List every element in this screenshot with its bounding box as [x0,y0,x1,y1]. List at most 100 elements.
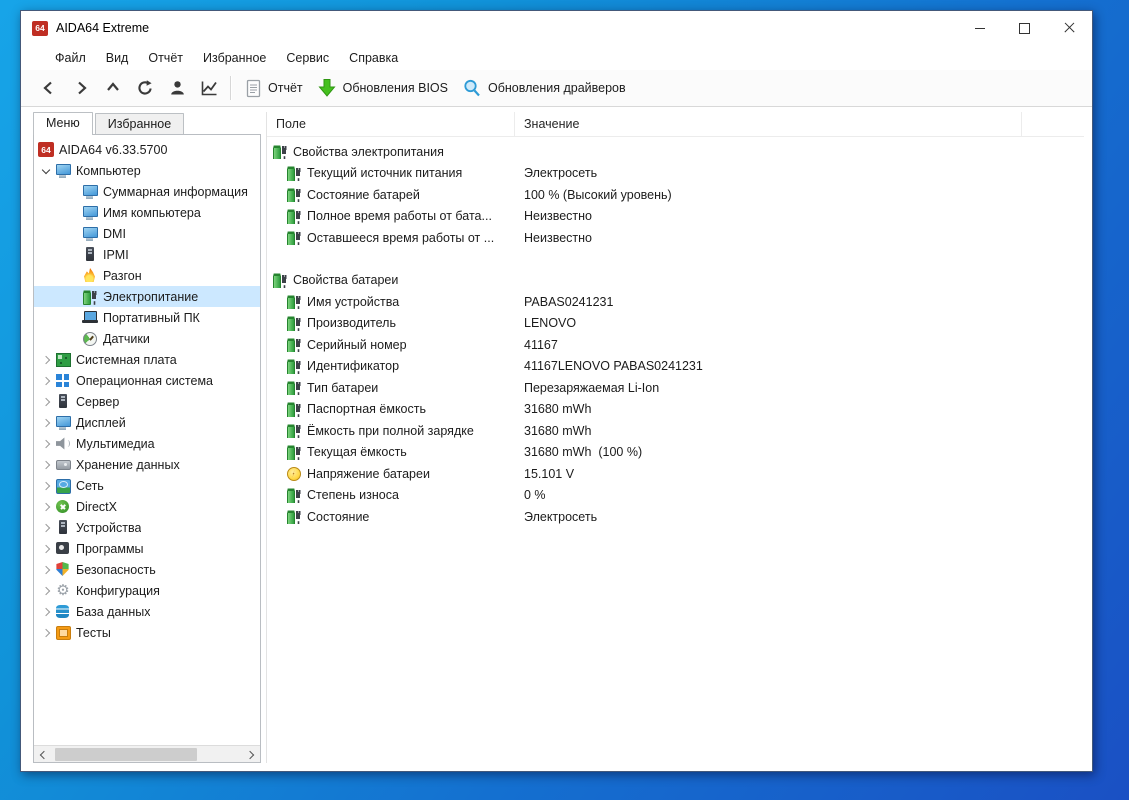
tree-item-label: Мультимедиа [76,437,155,451]
tab-favorites[interactable]: Избранное [95,113,184,135]
tree-expander-icon[interactable] [38,603,55,620]
scrollbar-thumb[interactable] [55,748,197,761]
driver-updates-button[interactable]: Обновления драйверов [455,73,633,103]
windows-os-icon [55,373,71,388]
table-row[interactable]: Оставшееся время работы от ... Неизвестн… [267,227,1084,249]
tree-item[interactable]: Электропитание [34,286,260,307]
horizontal-scrollbar[interactable] [34,745,260,762]
table-row[interactable]: Тип батареи Перезаряжаемая Li-Ion [267,377,1084,399]
tree-item[interactable]: Безопасность [34,559,260,580]
tree-item[interactable]: Имя компьютера [34,202,260,223]
laptop-icon [82,310,98,325]
tree-expander-icon[interactable] [38,540,55,557]
title-bar: AIDA64 Extreme [21,11,1092,45]
maximize-button[interactable] [1002,11,1047,45]
table-row[interactable]: Серийный номер 41167 [267,334,1084,356]
tree-expander-icon[interactable] [38,393,55,410]
back-button[interactable] [33,74,65,102]
tree-item[interactable]: DMI [34,223,260,244]
tree-expander-icon[interactable] [38,582,55,599]
tree-item[interactable]: Тесты [34,622,260,643]
table-row[interactable]: Текущая ёмкость 31680 mWh (100 %) [267,442,1084,464]
report-button[interactable]: Отчёт [239,74,310,103]
tree-item[interactable]: Устройства [34,517,260,538]
minimize-button[interactable] [957,11,1002,45]
forward-button[interactable] [65,74,97,102]
battery-plug-icon [286,230,302,245]
table-row[interactable]: Состояние Электросеть [267,506,1084,528]
tree-item-label: Электропитание [103,290,198,304]
tree-item[interactable]: Программы [34,538,260,559]
table-row[interactable]: Паспортная ёмкость 31680 mWh [267,399,1084,421]
table-row[interactable]: Текущий источник питания Электросеть [267,163,1084,185]
table-row[interactable]: Свойства электропитания [267,141,1084,163]
table-row[interactable]: Состояние батарей 100 % (Высокий уровень… [267,184,1084,206]
tree-item[interactable]: Операционная система [34,370,260,391]
table-row[interactable]: Свойства батареи [267,270,1084,292]
tree-expander-icon[interactable] [38,477,55,494]
tree-expander-icon[interactable] [38,162,55,179]
chart-button[interactable] [193,74,226,102]
table-row[interactable]: Напряжение батареи 15.101 V [267,463,1084,485]
tree-item[interactable]: Дисплей [34,412,260,433]
table-row[interactable]: Полное время работы от бата... Неизвестн… [267,206,1084,228]
tree-expander-icon[interactable] [38,561,55,578]
tree-item[interactable]: Компьютер [34,160,260,181]
scroll-right-arrow-icon[interactable] [243,746,260,763]
user-icon [168,79,186,97]
menu-item[interactable]: Отчёт [138,48,193,68]
tree-item[interactable]: Портативный ПК [34,307,260,328]
row-value: PABAS0241231 [515,295,1084,309]
tab-menu[interactable]: Меню [33,112,93,135]
network-icon [55,478,71,493]
tree-item[interactable]: Конфигурация [34,580,260,601]
tree-item[interactable]: Разгон [34,265,260,286]
close-button[interactable] [1047,11,1092,45]
tree-item[interactable]: AIDA64 v6.33.5700 [34,139,260,160]
tree-item[interactable]: Датчики [34,328,260,349]
tree-expander-icon[interactable] [38,624,55,641]
menu-item[interactable]: Файл [45,48,96,68]
table-row[interactable]: Ёмкость при полной зарядке 31680 mWh [267,420,1084,442]
menu-item[interactable]: Сервис [276,48,339,68]
computer-name-icon [82,205,98,220]
up-icon [104,79,122,97]
tree-item[interactable]: DirectX [34,496,260,517]
tree-item[interactable]: Сеть [34,475,260,496]
tree-item[interactable]: Мультимедиа [34,433,260,454]
bios-updates-label: Обновления BIOS [343,81,448,95]
tree-expander-icon[interactable] [38,351,55,368]
row-label: Идентификатор [307,359,399,373]
tree-expander-icon[interactable] [38,519,55,536]
tree-expander-icon[interactable] [38,498,55,515]
scroll-left-arrow-icon[interactable] [34,746,51,763]
tree-item[interactable]: IPMI [34,244,260,265]
table-row[interactable]: Производитель LENOVO [267,313,1084,335]
tree-expander-icon[interactable] [38,372,55,389]
tree-item[interactable]: База данных [34,601,260,622]
row-value: 41167LENOVO PABAS0241231 [515,359,1084,373]
menu-item[interactable]: Избранное [193,48,276,68]
storage-icon [55,457,71,472]
table-row[interactable]: Степень износа 0 % [267,485,1084,507]
table-row[interactable]: Идентификатор 41167LENOVO PABAS0241231 [267,356,1084,378]
tree-expander-icon[interactable] [38,456,55,473]
column-header-value[interactable]: Значение [515,112,1022,136]
computer-icon [55,163,71,178]
tree-expander-icon[interactable] [38,435,55,452]
tree-item[interactable]: Системная плата [34,349,260,370]
column-header-field[interactable]: Поле [267,112,515,136]
tree-expander-icon[interactable] [38,414,55,431]
up-button[interactable] [97,74,129,102]
refresh-button[interactable] [129,74,161,102]
user-button[interactable] [161,74,193,102]
power-battery-plug-icon [82,289,98,304]
table-row[interactable] [267,249,1084,270]
menu-item[interactable]: Вид [96,48,139,68]
tree-item[interactable]: Суммарная информация [34,181,260,202]
tree-item[interactable]: Хранение данных [34,454,260,475]
table-row[interactable]: Имя устройства PABAS0241231 [267,291,1084,313]
tree-item[interactable]: Сервер [34,391,260,412]
menu-item[interactable]: Справка [339,48,408,68]
bios-updates-button[interactable]: Обновления BIOS [310,73,455,103]
